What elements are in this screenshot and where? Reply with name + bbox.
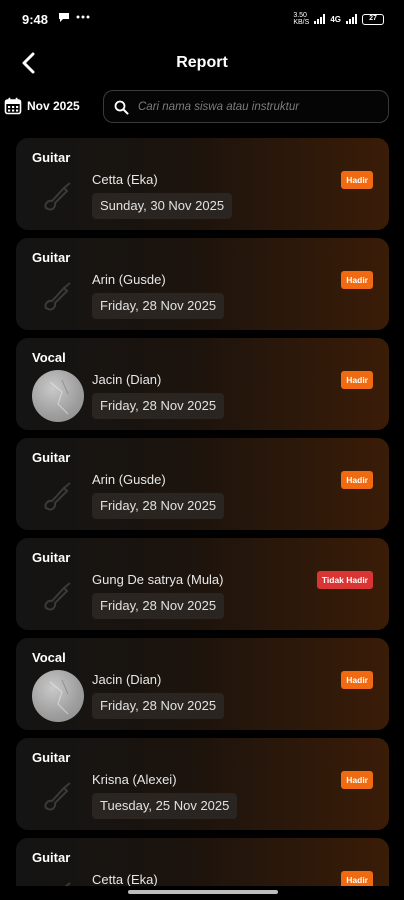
month-label: Nov 2025 <box>27 99 80 113</box>
card-name: Jacin (Dian) <box>92 672 162 687</box>
card-name: Arin (Gusde) <box>92 272 166 287</box>
guitar-icon <box>32 270 84 322</box>
battery-icon: 27 <box>362 13 384 25</box>
guitar-icon <box>32 170 84 222</box>
card-date: Friday, 28 Nov 2025 <box>92 693 225 719</box>
student-photo <box>32 370 84 422</box>
student-photo <box>32 670 84 722</box>
network-speed: 3.50 KB/S <box>293 12 310 26</box>
report-card[interactable]: Vocal Jacin (Dian) Friday, 28 Nov 2025 H… <box>16 338 389 430</box>
status-badge: Hadir <box>341 771 373 789</box>
calendar-icon <box>4 97 22 115</box>
signal-icon <box>314 14 326 24</box>
card-category: Guitar <box>32 250 71 265</box>
card-date: Friday, 28 Nov 2025 <box>92 593 225 619</box>
guitar-icon <box>32 570 84 622</box>
status-right: 3.50 KB/S 4G 27 <box>293 12 384 26</box>
card-category: Guitar <box>32 550 71 565</box>
report-card[interactable]: Guitar Arin (Gusde) Friday, 28 Nov 2025 … <box>16 238 389 330</box>
card-name: Cetta (Eka) <box>92 872 158 886</box>
report-card[interactable]: Guitar Cetta (Eka) Sunday, 30 Nov 2025 H… <box>16 138 389 230</box>
search-box[interactable] <box>103 90 389 123</box>
card-name: Jacin (Dian) <box>92 372 162 387</box>
status-badge: Hadir <box>341 871 373 886</box>
chat-icon <box>59 13 69 22</box>
status-time: 9:48 <box>22 12 49 27</box>
status-badge: Tidak Hadir <box>316 571 373 589</box>
card-date: Sunday, 30 Nov 2025 <box>92 193 233 219</box>
network-type: 4G <box>330 14 341 24</box>
status-badge: Hadir <box>341 171 373 189</box>
status-badge: Hadir <box>341 271 373 289</box>
status-bar: 9:48 3.50 KB/S 4G 27 <box>0 0 404 40</box>
card-date: Friday, 28 Nov 2025 <box>92 393 225 419</box>
report-list[interactable]: Guitar Cetta (Eka) Sunday, 30 Nov 2025 H… <box>16 138 389 886</box>
card-date: Friday, 28 Nov 2025 <box>92 493 225 519</box>
card-category: Vocal <box>32 350 66 365</box>
guitar-icon <box>32 870 84 886</box>
guitar-icon <box>32 770 84 822</box>
card-category: Guitar <box>32 450 71 465</box>
filter-row: Nov 2025 <box>0 90 404 124</box>
signal-icon-2 <box>346 14 357 24</box>
card-name: Arin (Gusde) <box>92 472 166 487</box>
home-indicator[interactable] <box>128 890 278 894</box>
guitar-icon <box>32 470 84 522</box>
card-category: Guitar <box>32 850 71 865</box>
card-date: Tuesday, 25 Nov 2025 <box>92 793 238 819</box>
report-card[interactable]: Guitar Gung De satrya (Mula) Friday, 28 … <box>16 538 389 630</box>
month-picker[interactable]: Nov 2025 <box>4 94 80 118</box>
more-dots-icon <box>76 15 90 19</box>
report-card[interactable]: Vocal Jacin (Dian) Friday, 28 Nov 2025 H… <box>16 638 389 730</box>
card-category: Guitar <box>32 750 71 765</box>
status-badge: Hadir <box>341 671 373 689</box>
card-date: Friday, 28 Nov 2025 <box>92 293 225 319</box>
report-card[interactable]: Guitar Cetta (Eka) Hadir <box>16 838 389 886</box>
page-title: Report <box>176 54 228 71</box>
app-header: Report <box>0 40 404 86</box>
card-category: Guitar <box>32 150 71 165</box>
report-card[interactable]: Guitar Arin (Gusde) Friday, 28 Nov 2025 … <box>16 438 389 530</box>
card-name: Cetta (Eka) <box>92 172 158 187</box>
card-name: Gung De satrya (Mula) <box>92 572 224 587</box>
report-card[interactable]: Guitar Krisna (Alexei) Tuesday, 25 Nov 2… <box>16 738 389 830</box>
search-input[interactable] <box>138 91 378 122</box>
card-category: Vocal <box>32 650 66 665</box>
status-badge: Hadir <box>341 371 373 389</box>
notification-icons <box>58 11 90 23</box>
status-badge: Hadir <box>341 471 373 489</box>
card-name: Krisna (Alexei) <box>92 772 177 787</box>
search-icon <box>114 100 129 115</box>
